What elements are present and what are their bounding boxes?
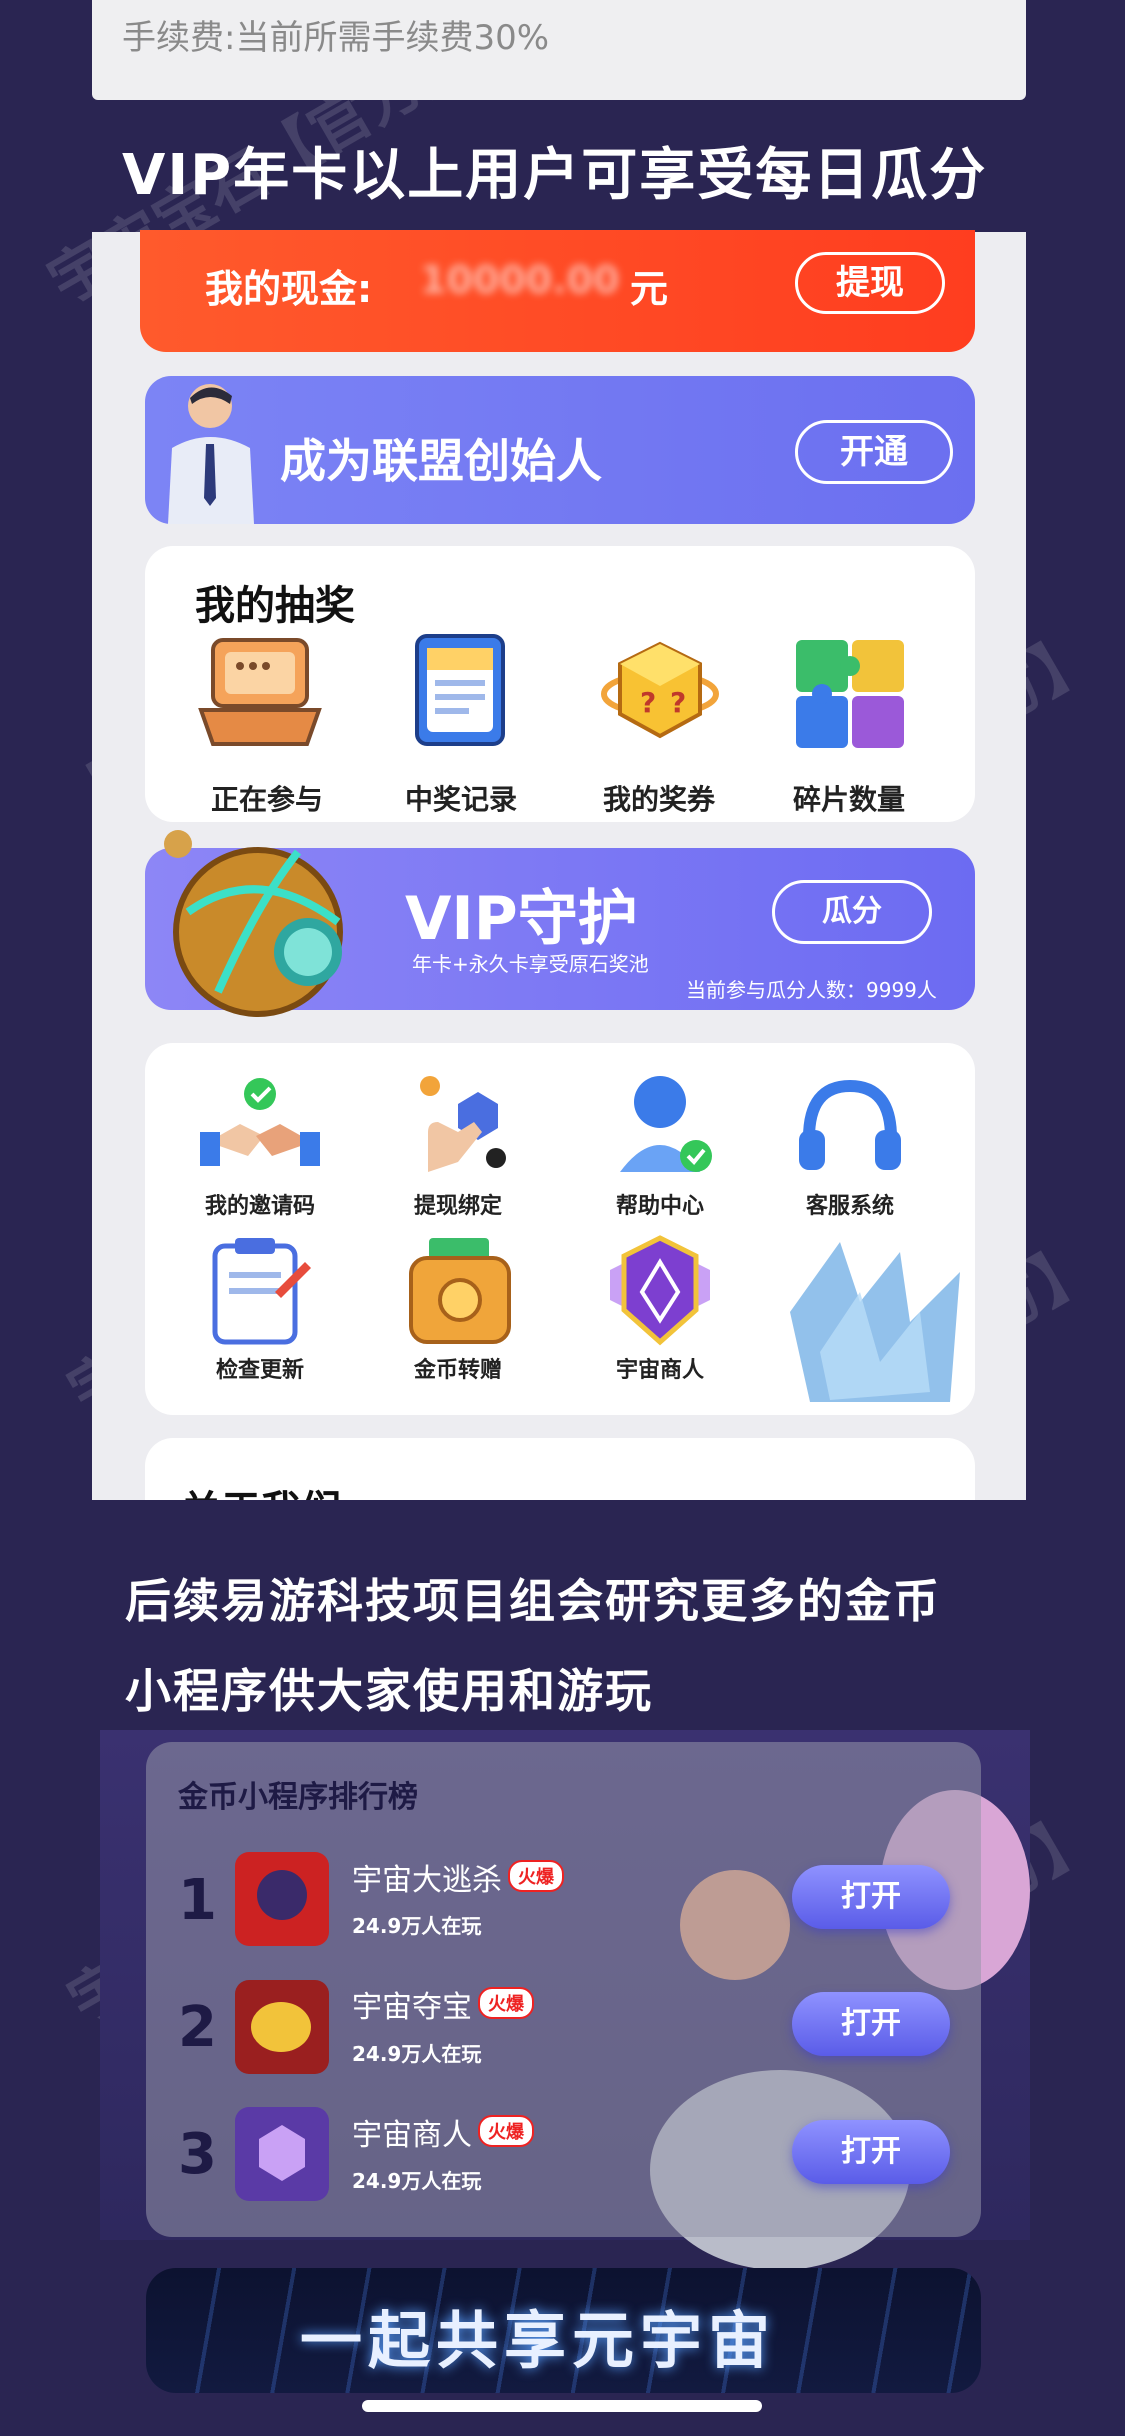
rank-number: 1 bbox=[178, 1868, 217, 1933]
clipboard-icon[interactable] bbox=[205, 1232, 315, 1350]
game-players: 24.9万人在玩 bbox=[352, 2169, 482, 2193]
lottery-label-fragments[interactable]: 碎片数量 bbox=[759, 778, 939, 818]
hot-badge: 火爆 bbox=[478, 2115, 534, 2147]
laptop-icon[interactable] bbox=[195, 632, 325, 752]
crystal-icon bbox=[790, 1242, 960, 1402]
lottery-title: 我的抽奖 bbox=[195, 583, 355, 629]
panel-bottom-mask bbox=[92, 1500, 1026, 1514]
leaderboard-title: 金币小程序排行榜 bbox=[178, 1780, 418, 1815]
banner-text: 一起共享元宇宙 bbox=[300, 2304, 777, 2377]
activate-button[interactable]: 开通 bbox=[795, 420, 953, 484]
service-label-withdraw-bind[interactable]: 提现绑定 bbox=[368, 1188, 548, 1220]
hand-tap-icon[interactable] bbox=[398, 1072, 518, 1182]
rank-number: 2 bbox=[178, 1995, 217, 2060]
game-name: 宇宙夺宝 bbox=[352, 1990, 472, 2025]
hot-badge: 火爆 bbox=[478, 1987, 534, 2019]
emblem-icon[interactable] bbox=[600, 1230, 720, 1350]
calendar-icon[interactable] bbox=[405, 630, 515, 754]
service-label-invite[interactable]: 我的邀请码 bbox=[170, 1188, 350, 1220]
founder-title: 成为联盟创始人 bbox=[280, 434, 602, 488]
svg-text:?: ? bbox=[640, 686, 656, 719]
cash-amount: 10000.00 bbox=[420, 258, 620, 302]
home-indicator[interactable] bbox=[362, 2400, 762, 2412]
open-game-button[interactable]: 打开 bbox=[792, 1865, 950, 1929]
service-label-support[interactable]: 客服系统 bbox=[760, 1188, 940, 1220]
game-icon-merchant[interactable] bbox=[235, 2107, 329, 2201]
cash-label: 我的现金: bbox=[205, 267, 373, 311]
businessman-icon bbox=[168, 384, 254, 524]
svg-text:?: ? bbox=[670, 686, 686, 719]
wallet-icon[interactable] bbox=[405, 1234, 515, 1348]
heading-more-games-2: 小程序供大家使用和游玩 bbox=[125, 1664, 653, 1718]
open-game-button[interactable]: 打开 bbox=[792, 1992, 950, 2056]
game-icon-treasure[interactable] bbox=[235, 1980, 329, 2074]
hot-badge: 火爆 bbox=[508, 1860, 564, 1892]
vip-title: VIP守护 bbox=[405, 884, 638, 954]
heading-vip-share: VIP年卡以上用户可享受每日瓜分 bbox=[122, 143, 988, 208]
cash-unit: 元 bbox=[630, 267, 669, 311]
rank-number: 3 bbox=[178, 2122, 217, 2187]
game-players: 24.9万人在玩 bbox=[352, 2042, 482, 2066]
game-players: 24.9万人在玩 bbox=[352, 1914, 482, 1938]
help-user-icon[interactable] bbox=[600, 1068, 720, 1182]
open-game-button[interactable]: 打开 bbox=[792, 2120, 950, 2184]
puzzle-icon[interactable] bbox=[790, 632, 910, 752]
split-button[interactable]: 瓜分 bbox=[772, 880, 932, 944]
service-label-coin-transfer[interactable]: 金币转赠 bbox=[368, 1352, 548, 1384]
lottery-label-coupons[interactable]: 我的奖券 bbox=[569, 778, 749, 818]
game-icon-battle[interactable] bbox=[235, 1852, 329, 1946]
fee-text: 手续费:当前所需手续费30% bbox=[122, 18, 550, 58]
globe-icon bbox=[164, 830, 343, 1017]
service-label-help[interactable]: 帮助中心 bbox=[570, 1188, 750, 1220]
vip-subtitle: 年卡+永久卡享受原石奖池 bbox=[412, 952, 649, 976]
handshake-icon[interactable] bbox=[200, 1072, 320, 1182]
headset-icon[interactable] bbox=[795, 1072, 905, 1182]
fee-panel: 手续费:当前所需手续费30% bbox=[92, 0, 1026, 100]
service-label-merchant[interactable]: 宇宙商人 bbox=[570, 1352, 750, 1384]
lottery-label-participating[interactable]: 正在参与 bbox=[177, 778, 357, 818]
heading-more-games-1: 后续易游科技项目组会研究更多的金币 bbox=[125, 1574, 941, 1628]
withdraw-button[interactable]: 提现 bbox=[795, 252, 945, 314]
vip-participant-count: 当前参与瓜分人数：9999人 bbox=[686, 978, 937, 1002]
game-name: 宇宙大逃杀 bbox=[352, 1863, 502, 1898]
lottery-label-records[interactable]: 中奖记录 bbox=[371, 778, 551, 818]
game-name: 宇宙商人 bbox=[352, 2118, 472, 2153]
service-label-check-update[interactable]: 检查更新 bbox=[170, 1352, 350, 1384]
lucky-cube-icon[interactable]: ? ? bbox=[600, 632, 720, 752]
